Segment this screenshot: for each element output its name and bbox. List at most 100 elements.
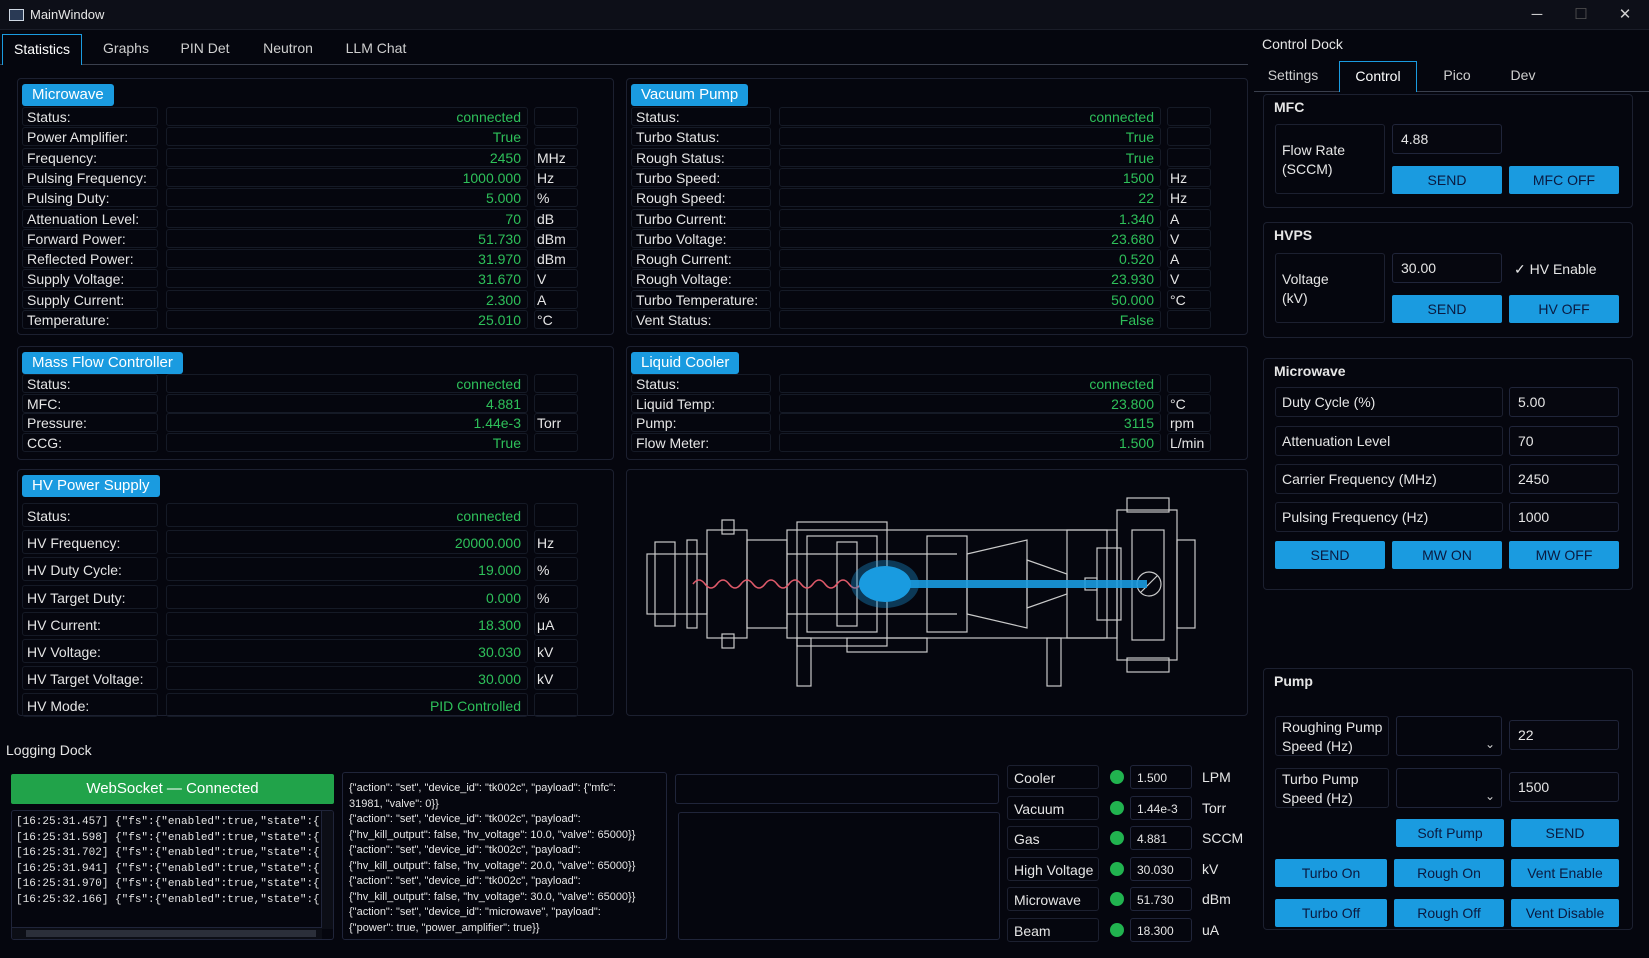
- voltage-input[interactable]: 30.00: [1392, 253, 1502, 283]
- chevron-down-icon: ⌄: [1484, 737, 1495, 751]
- flow-rate-input[interactable]: 4.88: [1392, 124, 1502, 154]
- microwave-group-title: Microwave: [1274, 363, 1346, 379]
- chevron-down-icon: ⌄: [1484, 789, 1495, 803]
- main-tab-bar: Statistics Graphs PIN Det Neutron LLM Ch…: [0, 31, 1248, 65]
- stat-row: Pulsing Duty: 5.000%: [18, 188, 615, 208]
- stat-unit: L/min: [1167, 432, 1211, 452]
- tab-settings[interactable]: Settings: [1254, 61, 1332, 92]
- stat-label: Status:: [22, 374, 158, 393]
- stat-row: Rough Current: 0.520 A: [627, 249, 1249, 269]
- turbo-on-button[interactable]: Turbo On: [1275, 859, 1387, 887]
- status-led-icon: [1110, 892, 1124, 906]
- hv-send-button[interactable]: SEND: [1392, 295, 1502, 323]
- pump-send-button[interactable]: SEND: [1511, 819, 1619, 847]
- indicator-unit: SCCM: [1202, 830, 1244, 846]
- tab-dev[interactable]: Dev: [1494, 61, 1552, 92]
- stat-value: 1.340: [779, 208, 1161, 228]
- stat-label: Turbo Speed:: [631, 167, 771, 187]
- maximize-button[interactable]: ☐: [1566, 4, 1596, 26]
- turbo-pump-speed-input[interactable]: 1500: [1509, 772, 1619, 802]
- mw-on-button[interactable]: MW ON: [1392, 541, 1502, 569]
- stat-unit: [1167, 310, 1211, 329]
- websocket-status-button[interactable]: WebSocket — Connected: [11, 774, 334, 804]
- stat-label: Temperature:: [22, 310, 158, 329]
- stat-value: 1000.000: [166, 167, 528, 187]
- stat-value: 70: [166, 208, 528, 228]
- stat-label: HV Target Voltage:: [22, 666, 158, 691]
- vent-enable-button[interactable]: Vent Enable: [1511, 859, 1619, 887]
- tab-pin-det[interactable]: PIN Det: [170, 34, 240, 65]
- stat-unit: [534, 393, 578, 413]
- indicator-value: 51.730: [1130, 887, 1192, 911]
- stat-row: Status: connected: [18, 374, 615, 394]
- tab-neutron[interactable]: Neutron: [250, 34, 326, 65]
- roughing-pump-combo[interactable]: ⌄: [1396, 716, 1502, 756]
- mw-send-button[interactable]: SEND: [1275, 541, 1385, 569]
- indicator-unit: kV: [1202, 860, 1219, 877]
- tab-llm-chat[interactable]: LLM Chat: [336, 34, 416, 65]
- command-input[interactable]: [675, 774, 999, 804]
- roughing-pump-speed-label: Roughing Pump Speed (Hz): [1275, 716, 1389, 756]
- hv-off-button[interactable]: HV OFF: [1509, 295, 1619, 323]
- control-dock-tab-bar: Settings Control Pico Dev: [1254, 58, 1649, 92]
- turbo-pump-combo[interactable]: ⌄: [1396, 768, 1502, 808]
- stat-label: HV Target Duty:: [22, 584, 158, 609]
- close-button[interactable]: ✕: [1610, 4, 1640, 26]
- command-log-line: {"action": "set", "device_id": "tk002c",…: [349, 875, 581, 887]
- tab-control[interactable]: Control: [1339, 61, 1417, 92]
- stat-label: Status:: [631, 107, 771, 126]
- indicator-value: 4.881: [1130, 826, 1192, 850]
- stat-row: Supply Current: 2.300 A: [18, 289, 615, 310]
- stat-row: Status: connected: [627, 107, 1249, 127]
- stat-label: Rough Voltage:: [631, 269, 771, 289]
- websocket-log[interactable]: [16:25:31.457] {"fs":{"enabled":true,"st…: [11, 810, 334, 940]
- stat-unit: °C: [1167, 393, 1211, 413]
- minimize-button[interactable]: ─: [1522, 4, 1552, 26]
- hv-enable-checkbox[interactable]: ✓ HV Enable: [1514, 261, 1597, 278]
- tab-statistics[interactable]: Statistics: [2, 34, 82, 65]
- stat-unit: [534, 432, 578, 452]
- stat-unit: dBm: [534, 228, 578, 248]
- duty-cycle-input[interactable]: 5.00: [1509, 387, 1619, 417]
- mw-off-button[interactable]: MW OFF: [1509, 541, 1619, 569]
- vent-disable-button[interactable]: Vent Disable: [1511, 899, 1619, 927]
- roughing-pump-speed-input[interactable]: 22: [1509, 720, 1619, 750]
- stat-row: Turbo Speed: 1500 Hz: [627, 167, 1249, 188]
- mfc-panel: Mass Flow Controller Status: connected MFC…: [17, 346, 614, 460]
- mfc-send-button[interactable]: SEND: [1392, 166, 1502, 194]
- stat-value: 23.800: [779, 393, 1161, 413]
- command-log-line: {"hv_kill_output": false, "hv_voltage": …: [349, 828, 636, 841]
- stat-row: Rough Voltage: 23.930 V: [627, 269, 1249, 289]
- rough-on-button[interactable]: Rough On: [1394, 859, 1504, 887]
- carrier-frequency-input[interactable]: 2450: [1509, 464, 1619, 494]
- indicator-value: 1.500: [1130, 765, 1192, 789]
- stat-unit: A: [534, 289, 578, 309]
- stat-label: Reflected Power:: [22, 249, 158, 269]
- log-vertical-scrollbar[interactable]: [321, 811, 333, 929]
- vacuum-panel-title: Vacuum Pump: [631, 84, 749, 106]
- tab-graphs[interactable]: Graphs: [90, 34, 162, 65]
- stat-unit: [1167, 374, 1211, 393]
- stat-row: Turbo Status: True: [627, 127, 1249, 147]
- log-horizontal-scrollbar[interactable]: [12, 927, 322, 939]
- turbo-off-button[interactable]: Turbo Off: [1275, 899, 1387, 927]
- stat-label: MFC:: [22, 393, 158, 413]
- attenuation-input[interactable]: 70: [1509, 426, 1619, 456]
- stat-unit: Hz: [534, 167, 578, 187]
- stat-unit: V: [534, 269, 578, 289]
- soft-pump-button[interactable]: Soft Pump: [1396, 819, 1504, 847]
- mfc-off-button[interactable]: MFC OFF: [1509, 166, 1619, 194]
- flow-rate-label: Flow Rate (SCCM): [1275, 124, 1385, 194]
- turbo-pump-speed-label: Turbo Pump Speed (Hz): [1275, 768, 1389, 808]
- tab-pico[interactable]: Pico: [1424, 61, 1490, 92]
- stat-unit: dBm: [534, 249, 578, 269]
- rough-off-button[interactable]: Rough Off: [1394, 899, 1504, 927]
- status-led-icon: [1110, 800, 1124, 815]
- stat-row: MFC: 4.881: [18, 393, 615, 414]
- stat-value: connected: [166, 503, 528, 527]
- pulsing-frequency-input[interactable]: 1000: [1509, 502, 1619, 532]
- stat-label: Turbo Current:: [631, 208, 771, 228]
- indicator-row: Gas 4.881 SCCM: [1007, 826, 1257, 852]
- stat-value: False: [779, 310, 1161, 329]
- command-log[interactable]: {"action": "set", "device_id": "tk002c",…: [342, 772, 667, 940]
